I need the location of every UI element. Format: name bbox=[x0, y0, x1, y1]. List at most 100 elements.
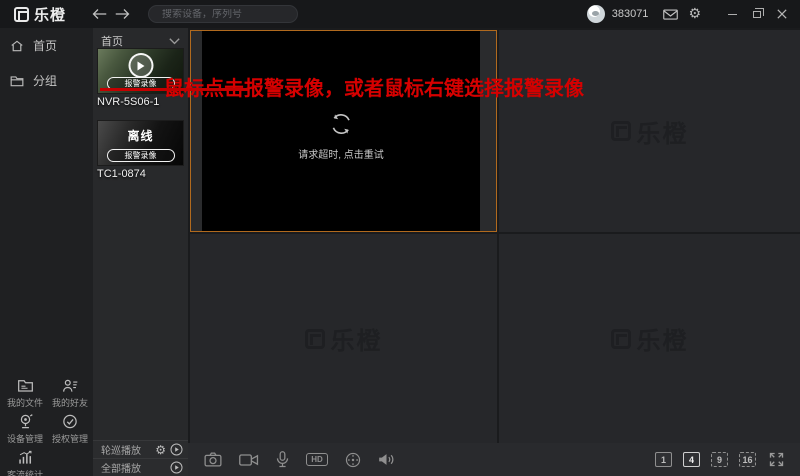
files-icon bbox=[17, 378, 34, 393]
tour-settings-gear-icon[interactable]: ⚙ bbox=[155, 444, 166, 456]
search-input[interactable] bbox=[162, 9, 294, 20]
close-icon bbox=[777, 9, 787, 19]
timeout-message: 请求超时, 点击重试 bbox=[298, 146, 384, 161]
video-loading[interactable]: 请求超时, 点击重试 bbox=[298, 111, 384, 161]
hd-quality-button[interactable]: HD bbox=[304, 451, 330, 468]
watermark: 乐橙 bbox=[499, 234, 800, 443]
view-4-button[interactable]: 4 bbox=[683, 452, 700, 467]
watermark: 乐橙 bbox=[499, 30, 800, 232]
view-16-button[interactable]: 16 bbox=[739, 452, 756, 467]
tour-playback-label: 轮巡播放 bbox=[101, 442, 155, 457]
sidebar-item-label: 设备管理 bbox=[7, 432, 43, 445]
sidebar-item-label: 分组 bbox=[33, 72, 57, 89]
video-cell-empty[interactable]: 乐橙 bbox=[499, 234, 800, 443]
lechange-watermark-icon bbox=[305, 329, 325, 349]
forward-button[interactable] bbox=[111, 6, 134, 22]
tour-playback-row[interactable]: 轮巡播放 ⚙ bbox=[93, 440, 188, 458]
settings-button[interactable]: ⚙ bbox=[683, 5, 706, 23]
video-cell-empty[interactable]: 乐橙 bbox=[499, 30, 800, 232]
device-camera-icon bbox=[17, 414, 34, 429]
sidebar-item-label: 我的好友 bbox=[52, 396, 88, 409]
microphone-icon bbox=[276, 451, 289, 468]
device-panel-footer: 轮巡播放 ⚙ 全部播放 bbox=[93, 440, 188, 476]
arrow-left-icon bbox=[92, 8, 107, 20]
talk-button[interactable] bbox=[274, 449, 291, 470]
watermark-text: 乐橙 bbox=[637, 114, 689, 149]
user-id: 383071 bbox=[612, 8, 649, 20]
sidebar-item-label: 客流统计 bbox=[7, 468, 43, 476]
search-box bbox=[148, 5, 298, 23]
back-button[interactable] bbox=[88, 6, 111, 22]
video-camera-icon bbox=[239, 453, 259, 467]
alarm-record-button[interactable]: 报警录像 bbox=[107, 149, 175, 162]
friends-icon bbox=[62, 378, 79, 393]
sidebar: 首页 分组 我的文件 我的好友 设备管理 授权管理 客流统计 bbox=[0, 28, 93, 476]
sidebar-item-my-files[interactable]: 我的文件 bbox=[3, 378, 47, 409]
watermark: 乐橙 bbox=[190, 234, 497, 443]
speaker-icon bbox=[378, 452, 395, 467]
record-button[interactable] bbox=[237, 451, 261, 469]
home-icon bbox=[10, 39, 24, 53]
hd-badge: HD bbox=[306, 453, 328, 466]
annotation-underline bbox=[100, 88, 248, 91]
statistics-chart-icon bbox=[17, 450, 34, 465]
app-logo: 乐橙 bbox=[14, 4, 66, 25]
retry-spinner-icon bbox=[328, 111, 354, 137]
authorize-check-icon bbox=[62, 414, 78, 429]
play-circle-icon[interactable] bbox=[170, 461, 183, 474]
snapshot-camera-icon bbox=[204, 452, 222, 467]
gear-icon: ⚙ bbox=[688, 6, 701, 22]
audio-button[interactable] bbox=[376, 450, 397, 469]
watermark-text: 乐橙 bbox=[637, 321, 689, 356]
close-button[interactable] bbox=[774, 6, 790, 22]
lechange-logo-icon bbox=[14, 7, 29, 22]
video-cell-active[interactable]: 请求超时, 点击重试 bbox=[190, 30, 497, 232]
toolbar-right-group: 1 4 9 16 bbox=[655, 450, 786, 469]
play-all-row[interactable]: 全部播放 bbox=[93, 458, 188, 476]
ptz-icon bbox=[345, 452, 361, 468]
video-cell-empty[interactable]: 乐橙 bbox=[190, 234, 497, 443]
sidebar-item-label: 授权管理 bbox=[52, 432, 88, 445]
sidebar-item-visitor-statistics[interactable]: 客流统计 bbox=[3, 450, 47, 476]
lechange-watermark-icon bbox=[611, 329, 631, 349]
device-card: 离线 报警录像 TC1-0874 bbox=[97, 120, 184, 180]
titlebar: 乐橙 383071 ⚙ bbox=[0, 0, 800, 28]
lechange-watermark-icon bbox=[611, 121, 631, 141]
device-status-badge: 离线 bbox=[98, 127, 183, 144]
arrow-right-icon bbox=[115, 8, 130, 20]
user-avatar[interactable] bbox=[587, 5, 605, 23]
device-panel-header-label: 首页 bbox=[101, 33, 123, 49]
sidebar-item-label: 我的文件 bbox=[7, 396, 43, 409]
sidebar-item-device-management[interactable]: 设备管理 bbox=[3, 414, 47, 445]
toolbar-left-group: HD bbox=[202, 449, 397, 470]
snapshot-button[interactable] bbox=[202, 450, 224, 469]
window-controls bbox=[724, 6, 790, 22]
play-icon bbox=[136, 61, 145, 71]
sidebar-item-authorization-management[interactable]: 授权管理 bbox=[48, 414, 92, 445]
messages-button[interactable] bbox=[658, 7, 683, 22]
video-stream-area[interactable]: 请求超时, 点击重试 bbox=[202, 31, 480, 231]
ptz-control-button[interactable] bbox=[343, 450, 363, 470]
play-overlay-button[interactable] bbox=[128, 53, 153, 78]
minimize-button[interactable] bbox=[724, 6, 740, 22]
sidebar-item-label: 首页 bbox=[33, 37, 57, 54]
sidebar-item-home[interactable]: 首页 bbox=[0, 28, 93, 63]
minimize-icon bbox=[728, 14, 737, 15]
fullscreen-button[interactable] bbox=[767, 450, 786, 469]
titlebar-right: 383071 ⚙ bbox=[587, 5, 800, 23]
view-1-button[interactable]: 1 bbox=[655, 452, 672, 467]
sidebar-item-my-friends[interactable]: 我的好友 bbox=[48, 378, 92, 409]
fullscreen-icon bbox=[769, 452, 784, 467]
watermark-text: 乐橙 bbox=[331, 321, 383, 356]
restore-button[interactable] bbox=[749, 6, 765, 22]
play-all-label: 全部播放 bbox=[101, 460, 170, 475]
device-thumbnail[interactable]: 离线 报警录像 bbox=[97, 120, 184, 166]
envelope-icon bbox=[663, 9, 678, 20]
sidebar-item-groups[interactable]: 分组 bbox=[0, 63, 93, 98]
play-circle-icon[interactable] bbox=[170, 443, 183, 456]
bottom-toolbar: HD 1 4 9 16 bbox=[188, 443, 800, 476]
app-logo-text: 乐橙 bbox=[34, 4, 66, 25]
device-name: TC1-0874 bbox=[97, 168, 184, 180]
group-folder-icon bbox=[10, 74, 24, 88]
view-9-button[interactable]: 9 bbox=[711, 452, 728, 467]
